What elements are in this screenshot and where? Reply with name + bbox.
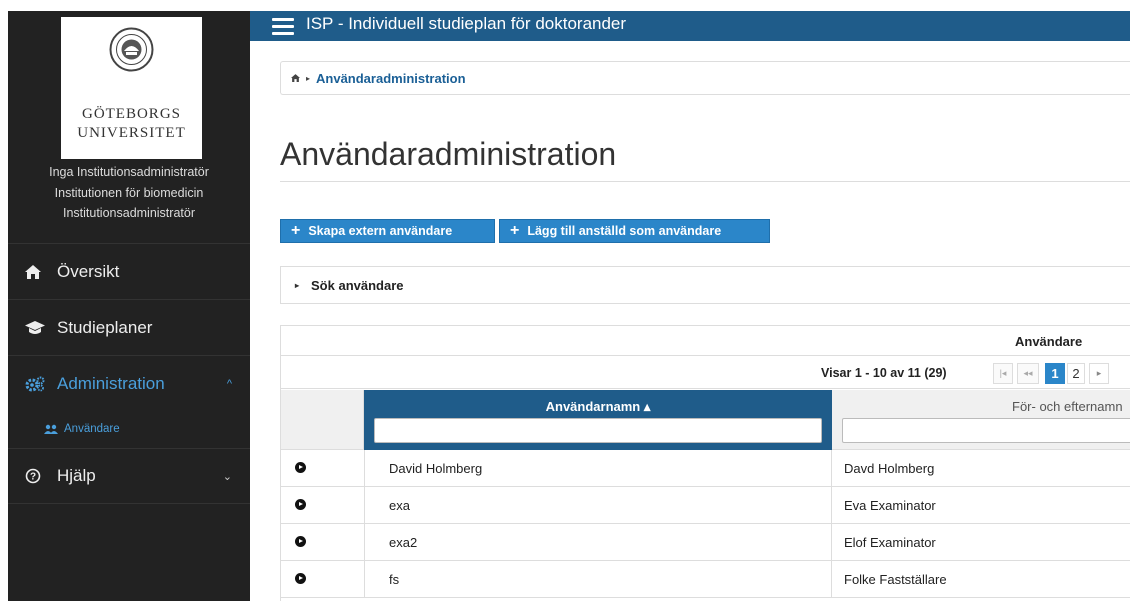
logo-text-line1: GÖTEBORGS: [81, 106, 181, 122]
graduation-cap-icon: [25, 320, 49, 335]
table-caption: Användare: [281, 326, 1130, 356]
user-name: Inga Institutionsadministratör: [49, 165, 209, 179]
table-row: David Holmberg Davd Holmberg: [281, 450, 1130, 487]
row-expand-icon[interactable]: [295, 462, 306, 473]
table-row: exa Eva Examinator: [281, 487, 1130, 524]
users-icon: [44, 424, 60, 435]
previous-page-button[interactable]: ◂◂: [1017, 363, 1039, 384]
search-panel-label: Sök användare: [311, 277, 404, 293]
users-table: Användare Visar 1 - 10 av 11 (29) |◂ ◂◂ …: [280, 325, 1130, 601]
home-icon: [25, 264, 49, 279]
table-caption-text: Användare: [1015, 334, 1083, 349]
question-circle-icon: ?: [25, 468, 49, 484]
sidebar: GÖTEBORGS UNIVERSITET Inga Institutionsa…: [8, 11, 250, 601]
page-1-button[interactable]: 1: [1045, 363, 1065, 384]
search-users-panel[interactable]: ▸ Sök användare: [280, 266, 1130, 304]
sidebar-item-studieplaner[interactable]: Studieplaner: [8, 299, 250, 355]
plus-icon: +: [291, 222, 301, 239]
header-toggler-cell: [281, 390, 364, 450]
button-label: Skapa extern användare: [308, 224, 453, 238]
page-report: Visar 1 - 10 av 11 (29): [821, 366, 947, 380]
fullname-filter-input[interactable]: [842, 418, 1130, 443]
row-expand-icon[interactable]: [295, 573, 306, 584]
home-icon[interactable]: [291, 71, 300, 85]
next-page-button[interactable]: ▸: [1089, 363, 1109, 384]
cell-username: fs: [364, 561, 832, 597]
column-header-label: Användarnamn ▴: [545, 399, 651, 414]
table-header-row: Användarnamn ▴ För- och efternamn: [281, 390, 1130, 450]
gears-icon: [25, 376, 49, 392]
cell-fullname: Eva Examinator: [844, 497, 936, 513]
cell-fullname: Elof Examinator: [844, 534, 936, 550]
cell-username: David Holmberg: [364, 450, 832, 486]
app-root: GÖTEBORGS UNIVERSITET Inga Institutionsa…: [0, 0, 1130, 601]
expand-triangle-icon: ▸: [295, 280, 300, 290]
first-page-button[interactable]: |◂: [993, 363, 1013, 384]
create-external-user-button[interactable]: + Skapa extern användare: [280, 219, 495, 243]
user-department: Institutionen för biomedicin: [54, 186, 204, 200]
paginator: Visar 1 - 10 av 11 (29) |◂ ◂◂ 1 2 ▸: [281, 356, 1130, 389]
page-title: Användaradministration: [280, 136, 617, 172]
plus-icon: +: [510, 222, 520, 239]
top-bar: ISP - Individuell studieplan för doktora…: [250, 11, 1130, 41]
sidebar-item-oversikt[interactable]: Översikt: [8, 243, 250, 299]
sidebar-item-label: Administration: [57, 373, 165, 393]
title-divider: [280, 181, 1130, 182]
sidebar-item-label: Översikt: [57, 261, 120, 281]
breadcrumb-separator-icon: ▸: [306, 73, 311, 83]
svg-text:?: ?: [30, 472, 36, 483]
logo-text-line2: UNIVERSITET: [77, 125, 186, 141]
chevron-up-icon: ^: [226, 377, 232, 390]
app-title: ISP - Individuell studieplan för doktora…: [306, 14, 627, 33]
sidebar-item-label: Studieplaner: [57, 317, 153, 337]
breadcrumb-item-anvandaradministration[interactable]: Användaradministration: [316, 71, 466, 86]
username-filter-input[interactable]: [374, 418, 822, 443]
cell-fullname: Folke Fastställare: [844, 571, 947, 587]
sidebar-item-administration[interactable]: Administration ^: [8, 355, 250, 411]
sidebar-subitem-label: Användare: [64, 423, 120, 435]
sidebar-item-label: Hjälp: [57, 466, 96, 485]
row-expand-icon[interactable]: [295, 536, 306, 547]
user-role: Institutionsadministratör: [62, 206, 195, 220]
breadcrumb: ▸ Användaradministration: [280, 61, 1130, 95]
university-logo[interactable]: GÖTEBORGS UNIVERSITET: [61, 17, 202, 159]
chevron-down-icon: ⌄: [222, 470, 232, 483]
add-employee-user-button[interactable]: + Lägg till anställd som användare: [499, 219, 770, 243]
sidebar-subitem-anvandare[interactable]: Användare: [8, 411, 250, 447]
table-row: fs Folke Fastställare: [281, 561, 1130, 598]
cell-fullname: Davd Holmberg: [844, 460, 935, 476]
table-row: exa2 Elof Examinator: [281, 524, 1130, 561]
page-2-button[interactable]: 2: [1067, 363, 1085, 384]
column-header-fullname[interactable]: För- och efternamn: [832, 390, 1130, 450]
column-header-username[interactable]: Användarnamn ▴: [364, 390, 832, 450]
button-label: Lägg till anställd som användare: [527, 224, 722, 238]
sidebar-item-hjalp[interactable]: ? Hjälp ⌄: [8, 448, 250, 504]
row-expand-icon[interactable]: [295, 499, 306, 510]
cell-username: exa2: [364, 524, 832, 560]
column-header-label: För- och efternamn: [1012, 399, 1123, 414]
hamburger-menu-icon[interactable]: [272, 18, 294, 36]
university-seal-icon: [109, 27, 154, 72]
cell-username: exa: [364, 487, 832, 523]
